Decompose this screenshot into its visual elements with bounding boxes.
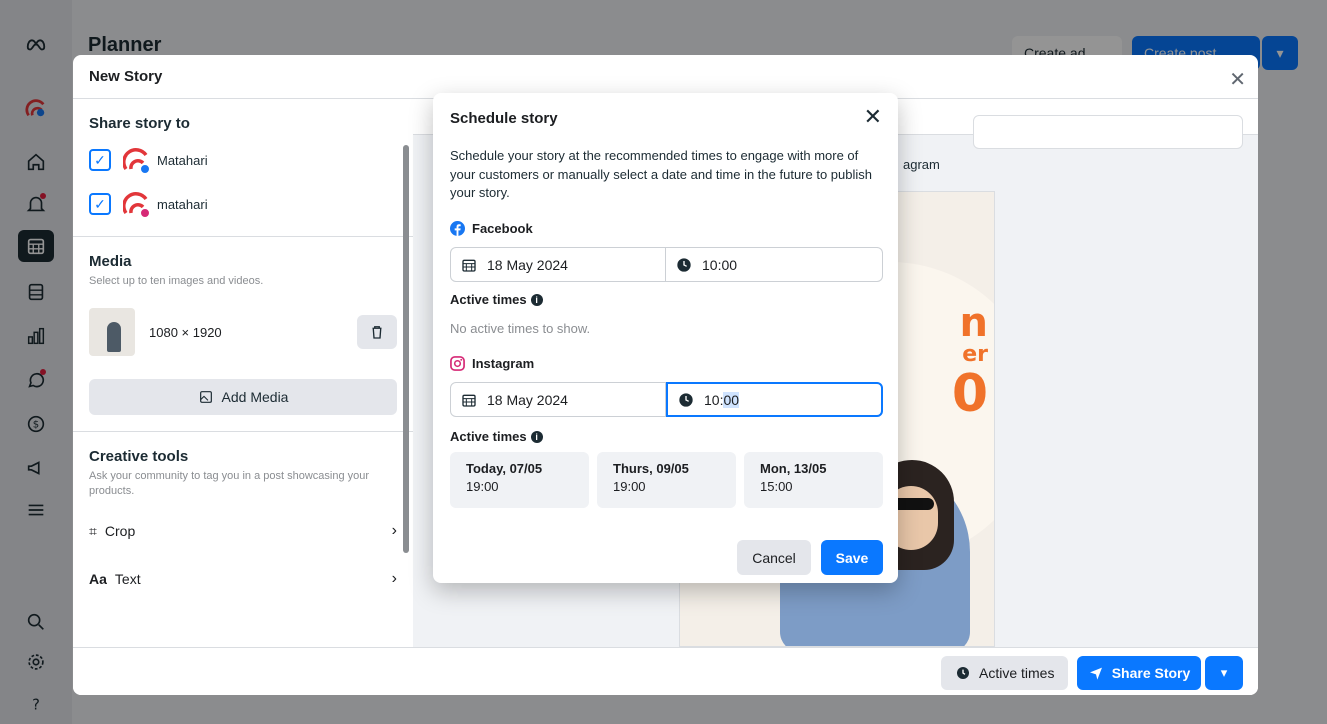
- chevron-right-icon: ›: [391, 570, 397, 587]
- section-subtitle: Select up to ten images and videos.: [89, 275, 264, 287]
- chevron-right-icon: ›: [391, 522, 397, 539]
- active-time-time: 19:00: [613, 479, 646, 494]
- clock-icon: [679, 392, 693, 407]
- dialog-description: Schedule your story at the recommended t…: [450, 148, 872, 200]
- add-image-icon: [199, 391, 212, 403]
- active-time-card[interactable]: Thurs, 09/05 19:00: [597, 452, 736, 508]
- instagram-time-input[interactable]: 10:00: [666, 382, 883, 417]
- facebook-date-input[interactable]: 18 May 2024: [450, 247, 666, 282]
- share-story-label: Share Story: [1111, 665, 1191, 681]
- media-section: Media Select up to ten images and videos…: [73, 237, 413, 432]
- hour-value[interactable]: 10: [704, 392, 720, 408]
- matahari-logo-icon: [122, 191, 151, 219]
- platform-label: Instagram: [472, 356, 535, 371]
- cancel-button[interactable]: Cancel: [737, 540, 811, 575]
- time-value: 10:00: [704, 391, 740, 408]
- active-time-day: Thurs, 09/05: [613, 461, 689, 476]
- media-dimensions: 1080 × 1920: [149, 324, 222, 340]
- date-value: 18 May 2024: [487, 256, 568, 273]
- active-times-list: Today, 07/05 19:00 Thurs, 09/05 19:00 Mo…: [450, 452, 883, 508]
- active-time-card[interactable]: Today, 07/05 19:00: [450, 452, 589, 508]
- creative-tools-section: Creative tools Ask your community to tag…: [73, 432, 413, 507]
- add-media-button[interactable]: Add Media: [89, 379, 397, 415]
- share-account-instagram[interactable]: ✓ matahari: [89, 188, 397, 220]
- facebook-icon: [450, 221, 465, 236]
- time-value: 10:00: [702, 256, 738, 273]
- instagram-badge-icon: [139, 207, 151, 219]
- preview-selector[interactable]: [973, 115, 1243, 149]
- hour-value[interactable]: 10: [702, 257, 718, 273]
- preview-platform-label: agram: [903, 157, 940, 172]
- media-item: 1080 × 1920: [89, 307, 397, 357]
- active-time-card[interactable]: Mon, 13/05 15:00: [744, 452, 883, 508]
- active-time-time: 19:00: [466, 479, 499, 494]
- platform-label: Facebook: [472, 221, 533, 236]
- section-title: Share story to: [89, 115, 190, 132]
- active-times-heading: Active times: [450, 429, 527, 444]
- section-subtitle: Ask your community to tag you in a post …: [89, 470, 370, 497]
- facebook-active-times-label: Active times i: [450, 292, 543, 307]
- active-times-button[interactable]: Active times: [941, 656, 1069, 690]
- close-icon[interactable]: ✕: [864, 105, 882, 129]
- schedule-story-dialog: Schedule story ✕ Schedule your story at …: [433, 93, 898, 583]
- info-icon[interactable]: i: [530, 430, 543, 443]
- active-time-day: Today, 07/05: [466, 461, 543, 476]
- minute-value[interactable]: 00: [721, 257, 737, 273]
- calendar-icon: [462, 259, 476, 272]
- instagram-heading: Instagram: [450, 356, 534, 371]
- close-icon[interactable]: ✕: [1229, 67, 1246, 92]
- instagram-active-times-label: Active times i: [450, 429, 543, 444]
- calendar-icon: [462, 394, 476, 407]
- save-button[interactable]: Save: [821, 540, 883, 575]
- facebook-heading: Facebook: [450, 221, 533, 236]
- share-account-facebook[interactable]: ✓ Matahari: [89, 144, 397, 176]
- account-name: Matahari: [157, 152, 208, 168]
- trash-icon: [372, 326, 382, 339]
- facebook-badge-icon: [139, 163, 151, 175]
- active-times-label: Active times: [979, 665, 1055, 681]
- tool-label: Crop: [104, 523, 136, 539]
- crop-icon: ⌗: [89, 522, 97, 539]
- checkbox[interactable]: ✓: [89, 149, 111, 171]
- dialog-title: Schedule story: [450, 110, 558, 127]
- active-times-heading: Active times: [450, 292, 527, 307]
- story-settings-pane: Share story to ✓ Matahari ✓ matahari Med…: [73, 99, 413, 647]
- active-time-day: Mon, 13/05: [760, 461, 827, 476]
- crop-tool-row[interactable]: ⌗ Crop ›: [73, 507, 413, 555]
- section-title: Creative tools: [89, 448, 189, 465]
- instagram-icon: [450, 356, 465, 371]
- share-story-button[interactable]: Share Story: [1077, 656, 1201, 690]
- date-value: 18 May 2024: [487, 391, 568, 408]
- instagram-date-input[interactable]: 18 May 2024: [450, 382, 666, 417]
- checkbox[interactable]: ✓: [89, 193, 111, 215]
- account-name: matahari: [157, 196, 208, 212]
- instagram-datetime: 18 May 2024 10:00: [450, 382, 883, 417]
- facebook-time-input[interactable]: 10:00: [666, 247, 883, 282]
- minute-value[interactable]: 00: [723, 391, 740, 408]
- add-media-label: Add Media: [221, 389, 289, 405]
- active-time-time: 15:00: [760, 479, 793, 494]
- share-to-section: Share story to ✓ Matahari ✓ matahari: [73, 99, 413, 237]
- no-active-times-text: No active times to show.: [450, 321, 591, 336]
- tool-label: Text: [114, 571, 141, 587]
- text-tool-row[interactable]: Aa Text ›: [73, 555, 413, 603]
- modal-footer: Active times Share Story ▾: [73, 647, 1258, 695]
- clock-icon: [957, 667, 969, 679]
- matahari-logo-icon: [122, 147, 151, 175]
- facebook-datetime: 18 May 2024 10:00: [450, 247, 883, 282]
- share-options-dropdown[interactable]: ▾: [1205, 656, 1243, 690]
- scrollbar[interactable]: [403, 145, 409, 553]
- send-icon: [1089, 667, 1102, 680]
- text-icon: Aa: [89, 571, 107, 587]
- info-icon[interactable]: i: [530, 293, 543, 306]
- media-thumbnail[interactable]: [89, 308, 135, 356]
- section-title: Media: [89, 253, 132, 270]
- clock-icon: [677, 257, 691, 272]
- delete-media-button[interactable]: [357, 315, 397, 349]
